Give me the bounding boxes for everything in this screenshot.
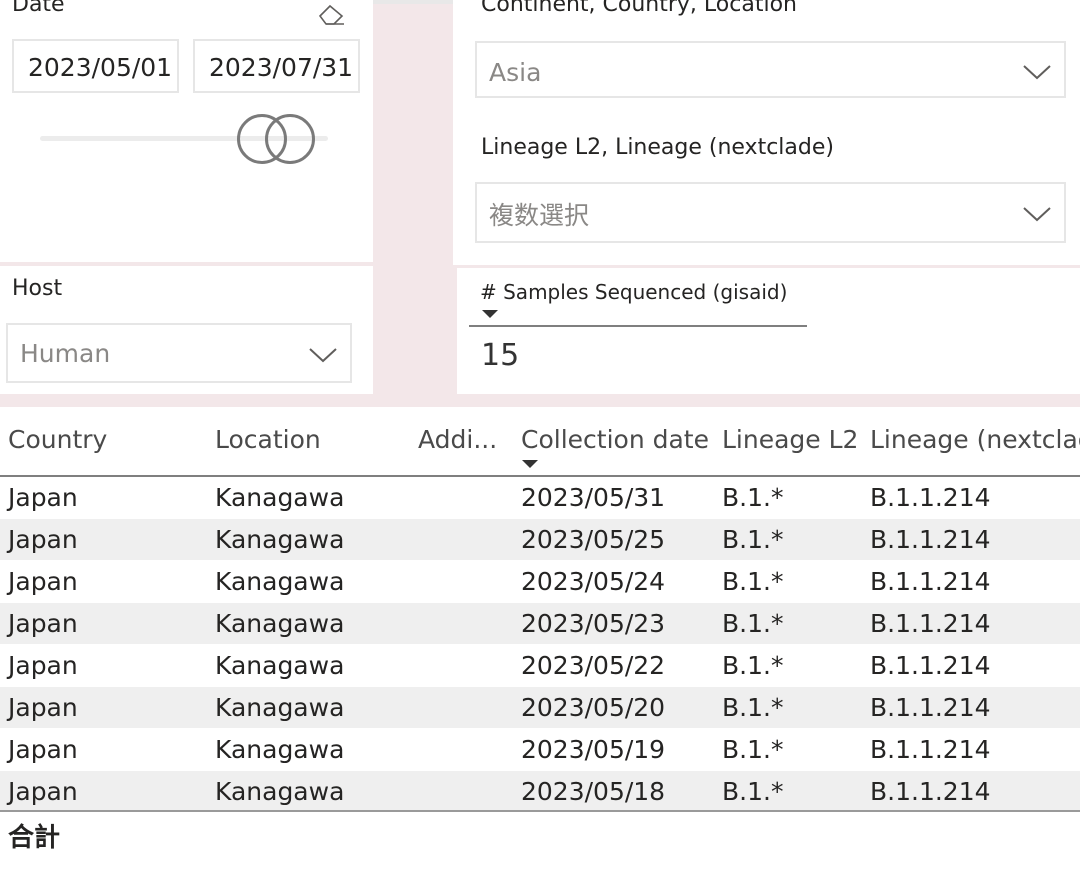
start-date-input[interactable]: 2023/05/01 [12,39,179,93]
table-cell: Japan [8,693,78,722]
date-slicer: Date 2023/05/01 2023/07/31 [0,0,373,262]
column-header-additional[interactable]: Addi... [418,425,497,454]
sort-descending-icon [482,310,498,318]
table-cell: 2023/05/31 [521,483,666,512]
table-cell: Japan [8,567,78,596]
table-row[interactable]: Japan Kanagawa 2023/05/23 B.1.* B.1.1.214 [0,603,1080,645]
table-cell: B.1.* [722,525,784,554]
table-row[interactable]: Japan Kanagawa 2023/05/31 B.1.* B.1.1.214 [0,477,1080,519]
chevron-down-icon [1023,65,1051,80]
table-cell: Kanagawa [215,693,345,722]
table-row[interactable]: Japan Kanagawa 2023/05/18 B.1.* B.1.1.214 [0,771,1080,813]
sort-descending-icon [522,460,538,468]
lineage-dropdown-value: 複数選択 [489,201,590,230]
total-row-label: 合計 [8,823,61,853]
location-dropdown[interactable]: Asia [475,41,1066,98]
table-cell: Japan [8,777,78,806]
table-cell: B.1.* [722,735,784,764]
host-slicer-title: Host [12,276,63,301]
table-cell: Japan [8,651,78,680]
table-cell: 2023/05/18 [521,777,666,806]
table-cell: 2023/05/23 [521,609,666,638]
column-header-lineage-l2[interactable]: Lineage L2 [722,425,858,454]
table-row[interactable]: Japan Kanagawa 2023/05/19 B.1.* B.1.1.214 [0,729,1080,771]
table-cell: Japan [8,525,78,554]
lineage-dropdown[interactable]: 複数選択 [475,182,1066,243]
table-cell: B.1.1.214 [870,651,991,680]
host-dropdown-value: Human [20,339,111,368]
table-cell: Japan [8,609,78,638]
table-cell: Kanagawa [215,651,345,680]
table-cell: 2023/05/20 [521,693,666,722]
table-cell: B.1.* [722,567,784,596]
table-cell: Kanagawa [215,735,345,764]
column-header-location[interactable]: Location [215,425,321,454]
table-cell: Kanagawa [215,777,345,806]
table-cell: B.1.1.214 [870,777,991,806]
table-cell: Japan [8,735,78,764]
table-row[interactable]: Japan Kanagawa 2023/05/20 B.1.* B.1.1.214 [0,687,1080,729]
column-header-country[interactable]: Country [8,425,107,454]
table-row[interactable]: Japan Kanagawa 2023/05/24 B.1.* B.1.1.214 [0,561,1080,603]
column-header-lineage-nextclade[interactable]: Lineage (nextclade [870,425,1080,454]
table-cell: B.1.1.214 [870,483,991,512]
table-cell: B.1.1.214 [870,735,991,764]
table-cell: 2023/05/19 [521,735,666,764]
table-cell: B.1.* [722,651,784,680]
table-cell: B.1.* [722,777,784,806]
table-cell: B.1.1.214 [870,609,991,638]
host-slicer: Host Human [0,266,373,394]
row-divider [0,812,1080,813]
table-cell: Kanagawa [215,609,345,638]
location-slicer-title: Continent, Country, Location [481,0,797,17]
column-header-collection-date[interactable]: Collection date [521,425,709,454]
canvas-background [373,0,457,394]
host-dropdown[interactable]: Human [6,323,352,383]
table-row[interactable]: Japan Kanagawa 2023/05/22 B.1.* B.1.1.214 [0,645,1080,687]
table-cell: Kanagawa [215,567,345,596]
table-cell: B.1.* [722,483,784,512]
table-cell: B.1.1.214 [870,525,991,554]
table-cell: 2023/05/24 [521,567,666,596]
canvas-background [0,394,1080,407]
chevron-down-icon [309,348,337,363]
lineage-slicer-title: Lineage L2, Lineage (nextclade) [481,135,834,160]
eraser-icon[interactable] [316,2,346,26]
table-cell: Japan [8,483,78,512]
table-cell: B.1.* [722,609,784,638]
filter-slicers-panel: Continent, Country, Location Asia Lineag… [453,0,1080,265]
table-cell: B.1.1.214 [870,567,991,596]
metric-header-line [469,325,807,327]
table-cell: 2023/05/22 [521,651,666,680]
table-cell: B.1.* [722,693,784,722]
end-date-input[interactable]: 2023/07/31 [193,39,360,93]
chevron-down-icon [1023,207,1051,222]
samples-metric-card: # Samples Sequenced (gisaid) 15 [457,268,1080,394]
table-row[interactable]: Japan Kanagawa 2023/05/25 B.1.* B.1.1.214 [0,519,1080,561]
table-cell: 2023/05/25 [521,525,666,554]
total-divider [0,810,1080,812]
table-cell: B.1.1.214 [870,693,991,722]
table-cell: Kanagawa [215,525,345,554]
date-slicer-title: Date [12,0,65,17]
metric-value: 15 [481,338,520,373]
samples-table: Country Location Addi... Collection date… [0,407,1080,884]
metric-title[interactable]: # Samples Sequenced (gisaid) [480,280,787,304]
location-dropdown-value: Asia [489,58,542,87]
table-cell: Kanagawa [215,483,345,512]
slider-end-handle[interactable] [265,114,315,164]
